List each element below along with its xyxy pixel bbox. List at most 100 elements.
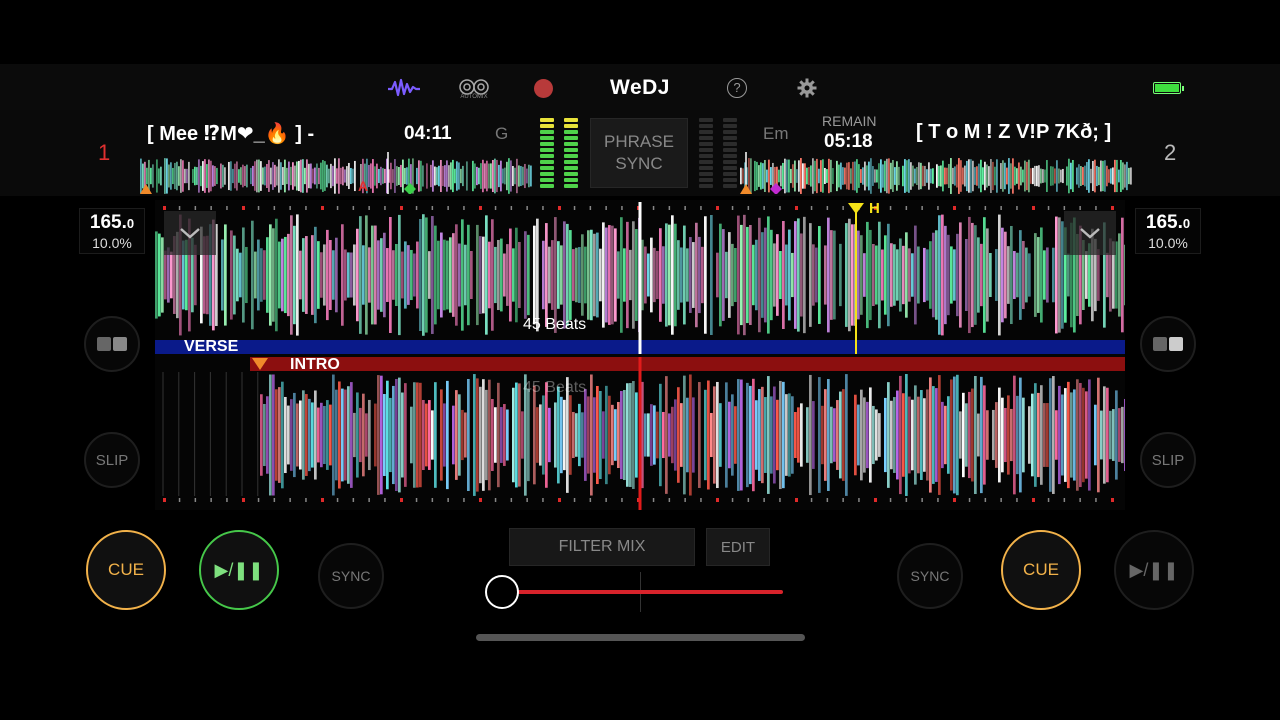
chevron-down-icon <box>180 228 200 239</box>
deck2-bpm-display[interactable]: 165.0 10.0% <box>1135 208 1201 254</box>
deck1-level-meter-left <box>540 118 554 190</box>
deck1-bpm-display[interactable]: 165.0 10.0% <box>79 208 145 254</box>
level-segment <box>564 166 578 170</box>
level-segment <box>723 130 737 134</box>
deck1-bpm-decimal: 0 <box>126 216 135 231</box>
deck2-sync-button[interactable]: SYNC <box>897 543 963 609</box>
pads-icon <box>97 337 127 351</box>
level-segment <box>564 118 578 122</box>
deck1-hotcue-label: H <box>869 200 880 217</box>
deck1-track-title: [ Mee ⁉M❤_🔥 ] - <box>147 123 315 145</box>
level-segment <box>564 172 578 176</box>
level-segment <box>699 172 713 176</box>
level-segment <box>699 148 713 152</box>
level-segment <box>540 142 554 146</box>
automix-label: AUTOMIX <box>460 94 488 100</box>
deck1-overview-waveform[interactable] <box>140 152 532 194</box>
deck1-pitch: 10.0% <box>92 235 132 251</box>
deck1-slip-button[interactable]: SLIP <box>84 432 140 488</box>
level-segment <box>723 172 737 176</box>
edit-button[interactable]: EDIT <box>706 528 770 566</box>
level-segment <box>564 130 578 134</box>
level-segment <box>699 118 713 122</box>
deck1-bpm: 165. <box>89 212 127 233</box>
deck2-bpm-decimal: 0 <box>1182 216 1191 231</box>
level-segment <box>699 142 713 146</box>
app-brand: WeDJ <box>610 76 670 99</box>
level-segment <box>540 178 554 182</box>
deck2-track-title: [ T o M ! Z V!P 7Kð; ] <box>916 121 1112 143</box>
deck2-bpm: 165. <box>1145 212 1183 233</box>
crossfader-knob[interactable] <box>485 575 519 609</box>
level-segment <box>540 154 554 158</box>
crossfader-track[interactable] <box>503 590 783 594</box>
deck1-key: G <box>495 124 509 143</box>
level-segment <box>699 178 713 182</box>
deck1-pad-toggle-button[interactable] <box>84 316 140 372</box>
deck2-key: Em <box>763 124 789 143</box>
level-segment <box>564 124 578 128</box>
level-segment <box>723 154 737 158</box>
deck2-pad-toggle-button[interactable] <box>1140 316 1196 372</box>
level-segment <box>723 184 737 188</box>
level-segment <box>540 130 554 134</box>
deck2-level-meter-left <box>699 118 713 190</box>
waveform-icon[interactable] <box>384 74 424 102</box>
deck1-sync-button[interactable]: SYNC <box>318 543 384 609</box>
phrase-sync-button[interactable]: PHRASE SYNC <box>590 118 688 188</box>
level-segment <box>540 124 554 128</box>
deck2-beats-label: 45 Beats <box>523 379 587 396</box>
level-segment <box>564 136 578 140</box>
level-segment <box>540 184 554 188</box>
level-segment <box>540 118 554 122</box>
level-segment <box>723 118 737 122</box>
level-segment <box>564 142 578 146</box>
chevron-down-icon <box>1080 228 1100 239</box>
level-segment <box>699 136 713 140</box>
deck2-pitch: 10.0% <box>1148 235 1188 251</box>
deck1-phrase-label: VERSE <box>184 338 239 355</box>
help-icon[interactable]: ? <box>724 76 750 100</box>
level-segment <box>699 124 713 128</box>
deck2-number: 2 <box>1164 140 1177 165</box>
deck2-time: 05:18 <box>824 131 873 152</box>
deck2-level-meter-right <box>723 118 737 190</box>
phrase-sync-line1: PHRASE <box>604 132 674 151</box>
level-segment <box>699 154 713 158</box>
deck1-number: 1 <box>98 140 111 165</box>
main-waveform-area[interactable] <box>155 200 1125 510</box>
automix-icon[interactable]: AUTOMIX <box>454 72 494 104</box>
filter-mix-button[interactable]: FILTER MIX <box>509 528 695 566</box>
home-indicator[interactable] <box>476 634 805 641</box>
pads-icon <box>1153 337 1183 351</box>
deck1-time: 04:11 <box>404 123 452 144</box>
deck2-overview-waveform[interactable] <box>740 152 1132 194</box>
deck2-slip-button[interactable]: SLIP <box>1140 432 1196 488</box>
deck2-remain-label: REMAIN <box>822 113 877 129</box>
level-segment <box>723 166 737 170</box>
deck2-cue-button[interactable]: CUE <box>1001 530 1081 610</box>
level-segment <box>540 160 554 164</box>
deck2-collapse-button[interactable] <box>1064 211 1116 255</box>
level-segment <box>540 166 554 170</box>
level-segment <box>723 142 737 146</box>
level-segment <box>564 160 578 164</box>
deck1-play-pause-button[interactable]: ▶/❚❚ <box>199 530 279 610</box>
deck2-phrase-label: INTRO <box>290 356 340 373</box>
level-segment <box>723 136 737 140</box>
level-segment <box>564 148 578 152</box>
level-segment <box>540 172 554 176</box>
level-segment <box>699 184 713 188</box>
deck1-level-meter-right <box>564 118 578 190</box>
record-icon[interactable] <box>530 76 556 100</box>
phrase-sync-line2: SYNC <box>615 154 663 173</box>
gear-icon[interactable] <box>794 76 820 100</box>
deck1-cue-button[interactable]: CUE <box>86 530 166 610</box>
level-segment <box>699 160 713 164</box>
deck2-play-pause-button[interactable]: ▶/❚❚ <box>1114 530 1194 610</box>
level-segment <box>564 184 578 188</box>
deck1-collapse-button[interactable] <box>164 211 216 255</box>
level-segment <box>723 160 737 164</box>
level-segment <box>699 166 713 170</box>
battery-icon <box>1150 80 1186 96</box>
